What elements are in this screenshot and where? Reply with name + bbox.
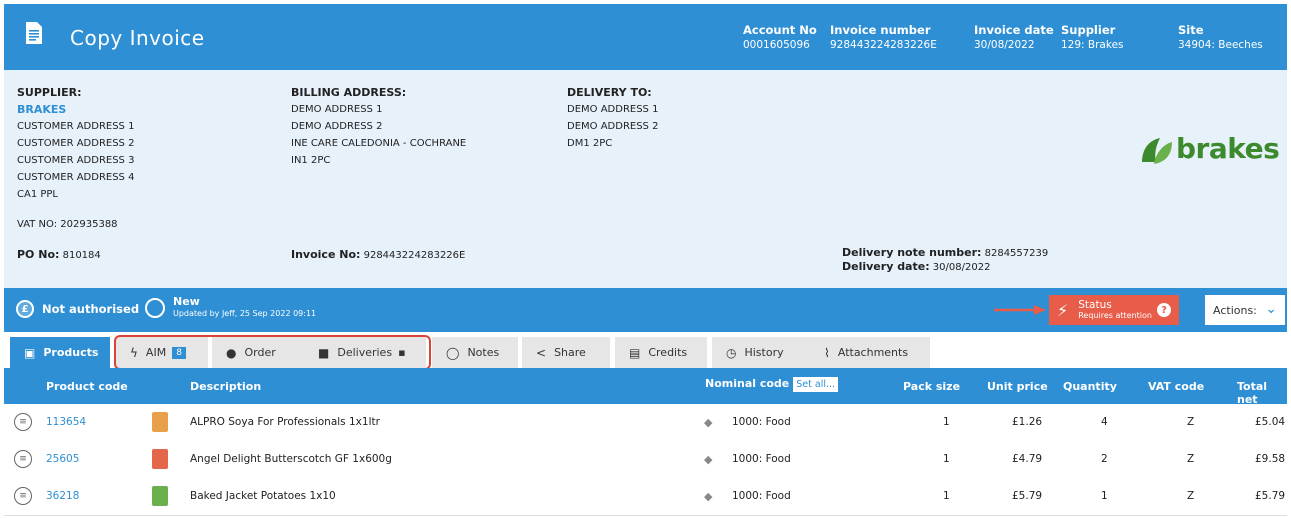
pack-size: 1 [943, 490, 950, 502]
total-net: £5.04 [1255, 416, 1286, 428]
paperclip-icon: ⌇ [824, 345, 830, 360]
status-circle-icon [145, 297, 165, 318]
table-row: ≡ 36218 Baked Jacket Potatoes 1x10 ◆ 100… [4, 478, 1287, 516]
pound-icon: £ [16, 300, 34, 318]
delivery-block: DELIVERY TO: DEMO ADDRESS 1 DEMO ADDRESS… [567, 86, 659, 149]
vat-number: VAT NO: 202935388 [17, 219, 118, 230]
comment-icon[interactable]: ≡ [14, 450, 32, 468]
tab-notes[interactable]: ◯ Notes [432, 337, 518, 368]
tab-products[interactable]: ▣ Products [10, 337, 110, 368]
comment-icon: ◯ [446, 345, 460, 360]
clock-icon: ◷ [726, 345, 737, 360]
bolt-icon: ⚡ [1057, 300, 1069, 320]
tag-icon: ◆ [704, 490, 713, 503]
quantity: 1 [1101, 490, 1108, 502]
status-bar: £ Not authorised New Updated by Jeff, 25… [4, 288, 1287, 332]
invoice-number: Invoice number 928443224283226E [830, 23, 937, 51]
product-thumbnail [152, 412, 168, 432]
supplier-block: SUPPLIER: BRAKES CUSTOMER ADDRESS 1 CUST… [17, 84, 134, 233]
col-quantity[interactable]: Quantity [1063, 380, 1117, 393]
chevron-down-icon: ⌄ [1265, 301, 1277, 317]
supplier-field: Supplier 129: Brakes [1061, 23, 1124, 51]
vat-code: Z [1187, 453, 1195, 465]
product-thumbnail [152, 486, 168, 506]
nominal-code[interactable]: 1000: Food [732, 490, 791, 502]
arrow-right-icon [994, 305, 1046, 315]
col-nominal-code[interactable]: Nominal code Set all... [705, 377, 839, 392]
po-number: PO No: 810184 [17, 248, 101, 261]
product-description: ALPRO Soya For Professionals 1x1ltr [190, 416, 380, 428]
product-code-link[interactable]: 36218 [46, 490, 79, 502]
invoice-header: Copy Invoice Account No 0001605096 Invoi… [4, 4, 1287, 70]
status-button[interactable]: ⚡ Status Requires attention ? [1049, 295, 1179, 325]
table-row: ≡ 113654 ALPRO Soya For Professionals 1x… [4, 404, 1287, 442]
address-panel: SUPPLIER: BRAKES CUSTOMER ADDRESS 1 CUST… [4, 70, 1287, 288]
invoice-document-icon [26, 22, 42, 44]
unit-price: £1.26 [1012, 416, 1043, 428]
col-pack-size[interactable]: Pack size [903, 380, 960, 393]
workflow-status: New Updated by Jeff, 25 Sep 2022 09:11 [145, 296, 316, 319]
highlight-box [114, 335, 431, 370]
unit-price: £5.79 [1012, 490, 1043, 502]
tab-credits[interactable]: ▤ Credits [615, 337, 707, 368]
col-product-code[interactable]: Product code [46, 380, 128, 393]
comment-icon[interactable]: ≡ [14, 487, 32, 505]
tab-share[interactable]: < Share [522, 337, 610, 368]
supplier-name-link[interactable]: BRAKES [17, 101, 134, 118]
box-icon: ▣ [24, 345, 36, 360]
vat-code: Z [1187, 416, 1195, 428]
quantity: 4 [1101, 416, 1108, 428]
set-all-button[interactable]: Set all... [793, 377, 839, 392]
vat-code: Z [1187, 490, 1195, 502]
comment-icon[interactable]: ≡ [14, 413, 32, 431]
table-row: ≡ 25605 Angel Delight Butterscotch GF 1x… [4, 441, 1287, 479]
col-vat-code[interactable]: VAT code [1148, 380, 1204, 393]
tag-icon: ◆ [704, 416, 713, 429]
billing-block: BILLING ADDRESS: DEMO ADDRESS 1 DEMO ADD… [291, 86, 467, 166]
product-description: Angel Delight Butterscotch GF 1x600g [190, 453, 392, 465]
authorisation-status: £ Not authorised [16, 300, 139, 318]
pack-size: 1 [943, 453, 950, 465]
unit-price: £4.79 [1012, 453, 1043, 465]
product-code-link[interactable]: 113654 [46, 416, 86, 428]
invoice-no: Invoice No: 928443224283226E [291, 248, 466, 261]
delivery-note: Delivery note number: 8284557239 Deliver… [842, 246, 1049, 273]
total-net: £5.79 [1255, 490, 1286, 502]
col-total-net[interactable]: Total net [1237, 380, 1287, 406]
product-description: Baked Jacket Potatoes 1x10 [190, 490, 336, 502]
products-table-header: Product code Description Nominal code Set… [4, 368, 1287, 406]
share-icon: < [536, 345, 547, 360]
page-title: Copy Invoice [70, 26, 205, 50]
quantity: 2 [1101, 453, 1108, 465]
brakes-logo: brakes [1140, 132, 1280, 172]
actions-dropdown[interactable]: Actions: ⌄ [1205, 295, 1285, 325]
document-icon: ▤ [629, 345, 641, 360]
site-field: Site 34904: Beeches [1178, 23, 1263, 51]
help-icon[interactable]: ? [1157, 303, 1171, 317]
tab-history[interactable]: ◷ History [712, 337, 810, 368]
product-code-link[interactable]: 25605 [46, 453, 79, 465]
copy-invoice-page: Copy Invoice Account No 0001605096 Invoi… [0, 0, 1291, 518]
account-no: Account No 0001605096 [743, 23, 817, 51]
total-net: £9.58 [1255, 453, 1286, 465]
pack-size: 1 [943, 416, 950, 428]
product-thumbnail [152, 449, 168, 469]
nominal-code[interactable]: 1000: Food [732, 453, 791, 465]
col-unit-price[interactable]: Unit price [987, 380, 1048, 393]
tab-attachments[interactable]: ⌇ Attachments [810, 337, 930, 368]
nominal-code[interactable]: 1000: Food [732, 416, 791, 428]
leaf-logo-icon [1142, 138, 1172, 164]
tag-icon: ◆ [704, 453, 713, 466]
col-description[interactable]: Description [190, 380, 261, 393]
invoice-date: Invoice date 30/08/2022 [974, 23, 1054, 51]
